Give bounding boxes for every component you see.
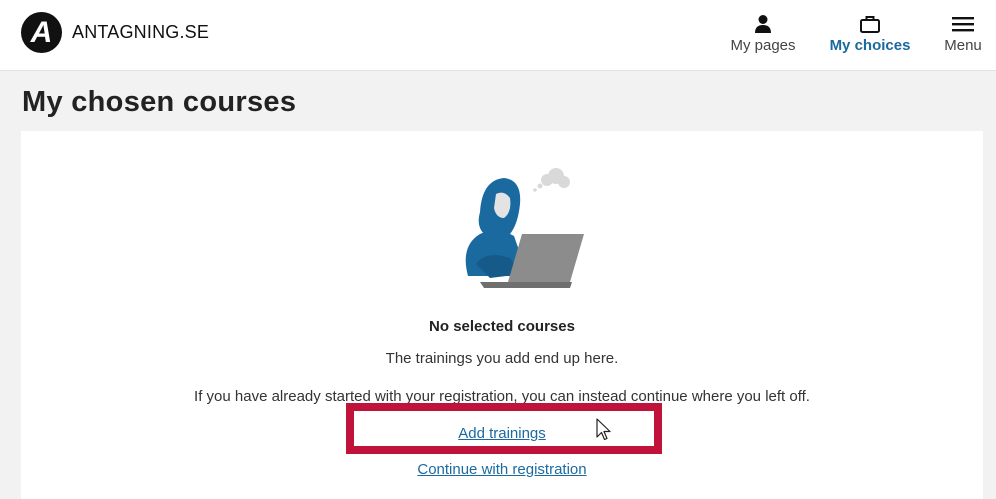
page-title: My chosen courses: [22, 86, 297, 118]
continue-registration-link-row: Continue with registration: [21, 461, 983, 478]
logo-icon: A: [21, 12, 62, 53]
person-icon: [755, 15, 771, 33]
highlight-box: [346, 403, 662, 454]
site-header: A ANTAGNING.SE My pages My choices Menu: [0, 0, 996, 71]
site-logo-link[interactable]: A ANTAGNING.SE: [21, 12, 209, 53]
person-with-laptop-illustration: [465, 168, 584, 288]
logo-letter: A: [30, 16, 53, 49]
nav-my-pages-label: My pages: [730, 37, 796, 54]
nav-my-choices[interactable]: My choices: [826, 14, 914, 54]
empty-state-text: The trainings you add end up here.: [385, 350, 619, 367]
nav-menu-label: Menu: [944, 37, 982, 54]
logo-text: ANTAGNING.SE: [72, 22, 210, 42]
mouse-cursor-icon: [596, 418, 611, 441]
nav-my-choices-label: My choices: [829, 37, 911, 54]
continue-registration-link[interactable]: Continue with registration: [417, 461, 586, 478]
empty-state-title: No selected courses: [429, 318, 575, 335]
hamburger-menu-icon: [952, 17, 974, 32]
nav-my-pages[interactable]: My pages: [726, 14, 800, 54]
briefcase-icon: [860, 16, 880, 33]
nav-menu[interactable]: Menu: [938, 14, 988, 54]
